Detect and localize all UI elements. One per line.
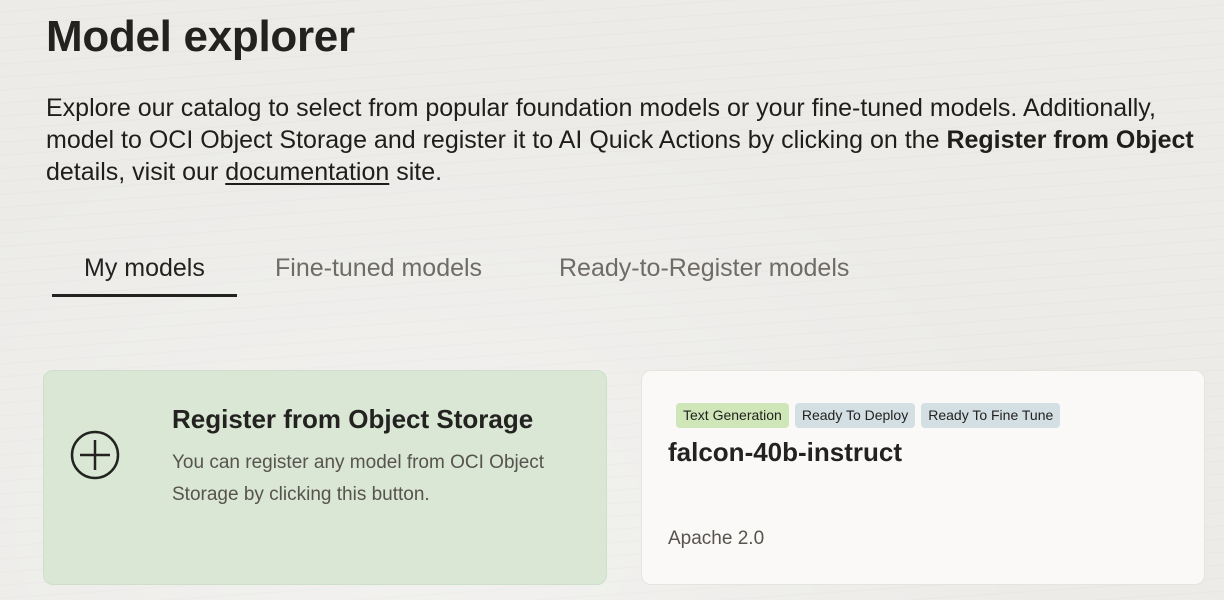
intro-text: Explore our catalog to select from popul…	[46, 92, 1224, 188]
page-title: Model explorer	[46, 12, 355, 61]
tag-ready-to-fine-tune: Ready To Fine Tune	[921, 403, 1061, 428]
tag-text-generation: Text Generation	[676, 403, 789, 428]
intro-line-2-bold: Register from Object	[946, 126, 1194, 154]
register-card-title: Register from Object Storage	[172, 404, 534, 434]
tab-my-models[interactable]: My models	[52, 254, 237, 298]
intro-line-1: Explore our catalog to select from popul…	[46, 94, 1156, 122]
tag-ready-to-deploy: Ready To Deploy	[794, 403, 916, 428]
intro-line-3-suffix: site.	[389, 158, 443, 186]
tab-ready-to-register-models[interactable]: Ready-to-Register models	[559, 254, 849, 298]
tab-label: Ready-to-Register models	[559, 254, 850, 282]
register-from-object-storage-card[interactable]: Register from Object Storage You can reg…	[43, 370, 607, 585]
intro-line-2: model to OCI Object Storage and register…	[46, 124, 1224, 156]
tab-label: Fine-tuned models	[275, 254, 483, 282]
documentation-link[interactable]: documentation	[225, 158, 389, 186]
register-card-description: You can register any model from OCI Obje…	[172, 452, 545, 505]
tab-label: My models	[84, 254, 205, 282]
model-card[interactable]: Text Generation Ready To Deploy Ready To…	[641, 370, 1205, 585]
intro-line-2-text: model to OCI Object Storage and register…	[46, 126, 947, 154]
tab-fine-tuned-models[interactable]: Fine-tuned models	[275, 254, 482, 298]
model-name: falcon-40b-instruct	[668, 437, 903, 467]
intro-line-3: details, visit our documentation site.	[46, 156, 1224, 188]
intro-line-3-text: details, visit our	[46, 158, 226, 186]
plus-circle-icon	[70, 430, 120, 480]
model-license: Apache 2.0	[668, 528, 765, 549]
model-tags: Text Generation Ready To Deploy Ready To…	[676, 403, 1061, 428]
